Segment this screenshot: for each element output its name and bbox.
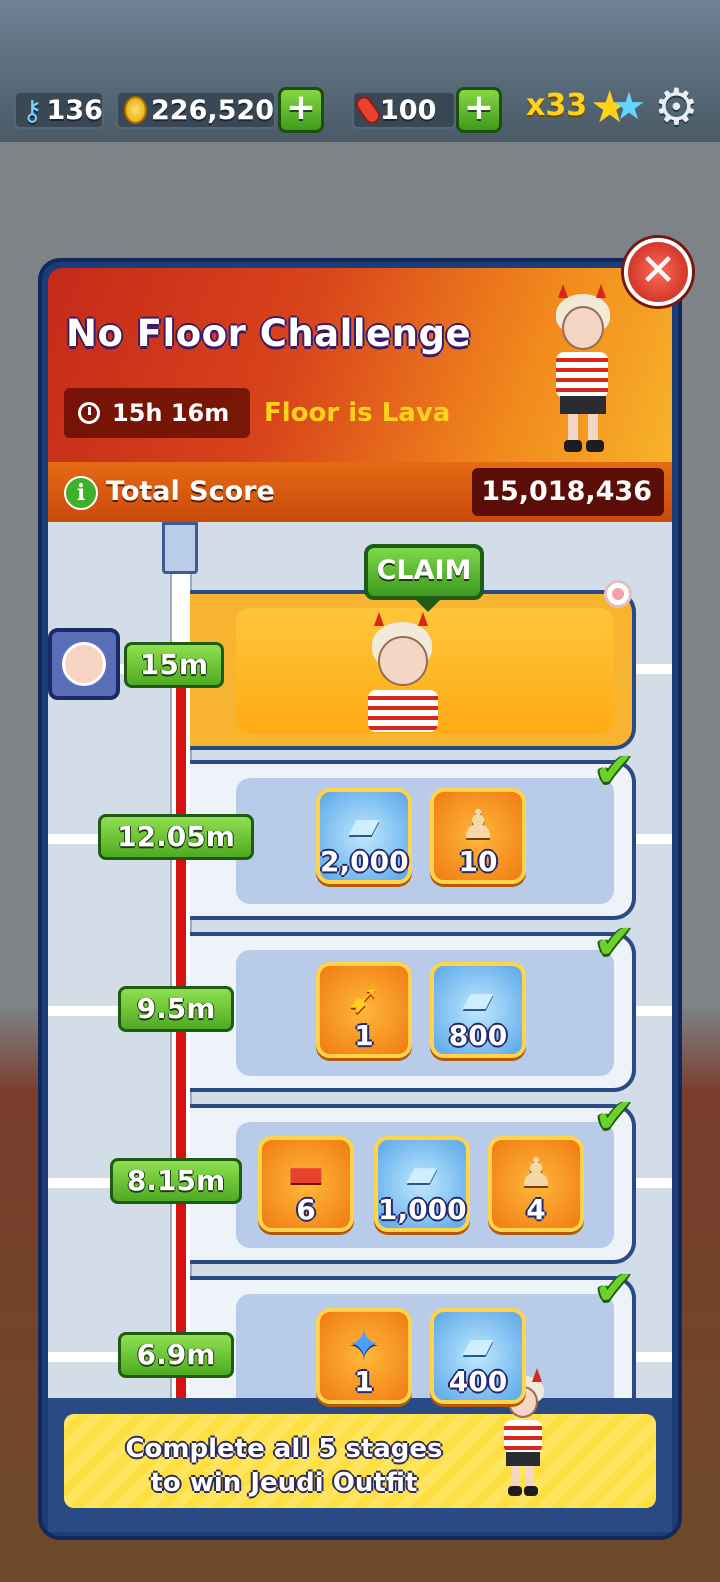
total-score-label: Total Score — [106, 476, 275, 507]
total-score-value: 15,018,436 — [472, 468, 664, 516]
claim-button[interactable]: CLAIM — [364, 544, 484, 612]
key-icon: ♟ — [460, 802, 496, 848]
hoverboard-icon: ▰ — [462, 1322, 494, 1368]
hoverboard-icon: ▰ — [462, 976, 494, 1022]
hoverboard-icon: ▰ — [348, 802, 380, 848]
jeudi-avatar — [62, 642, 106, 686]
boost-icon: ➹ — [347, 976, 381, 1022]
checkmark-icon: ✔ — [594, 742, 635, 798]
jeudi-character — [528, 278, 638, 458]
challenge-header: No Floor Challenge 15h 16m Floor is Lava — [48, 268, 672, 462]
reward-qty: 400 — [448, 1365, 508, 1398]
reward-qty: 1 — [354, 1365, 374, 1398]
stage-4 — [190, 760, 636, 920]
skateboard-icon: ▬ — [287, 1150, 325, 1196]
gear-icon[interactable]: ⚙ — [654, 82, 699, 132]
reward-hoverboard: ▰ 2,000 — [316, 788, 412, 884]
reward-qty: 2,000 — [320, 845, 409, 878]
reward-boost: ➹ 1 — [316, 962, 412, 1058]
keys-counter: ⚷ 136 — [14, 91, 104, 129]
add-coins-button[interactable]: + — [278, 87, 324, 133]
hoverboard-icon — [352, 93, 384, 127]
reward-hoverboard: ▰ 400 — [430, 1308, 526, 1404]
hoverboards-value: 100 — [380, 94, 437, 126]
reward-hoverboard: ▰ 1,000 — [374, 1136, 470, 1232]
stage-5-distance: 15m — [124, 642, 224, 688]
coin-icon — [124, 96, 148, 124]
rail-cap — [162, 522, 198, 574]
reward-qty: 1 — [354, 1019, 374, 1052]
reward-key: ♟ 4 — [488, 1136, 584, 1232]
timer-value: 15h 16m — [112, 399, 230, 427]
reward-hoverboard: ▰ 800 — [430, 962, 526, 1058]
stage-3 — [190, 932, 636, 1092]
footer-text: Complete all 5 stages to win Jeudi Outfi… — [104, 1432, 464, 1500]
notification-dot — [604, 580, 632, 608]
star-icon: ✦ — [347, 1322, 381, 1368]
plus-icon: + — [285, 87, 317, 128]
star-icon: ★ — [612, 84, 647, 128]
stage-1-distance: 6.9m — [118, 1332, 234, 1378]
coins-value: 226,520 — [151, 94, 274, 126]
coins-counter: 226,520 — [116, 91, 276, 129]
key-icon: ♟ — [518, 1150, 554, 1196]
reward-key: ♟ 10 — [430, 788, 526, 884]
jeudi-outfit-preview — [346, 612, 456, 732]
total-score-bar: i Total Score 15,018,436 — [48, 462, 672, 522]
stage-2-distance: 8.15m — [110, 1158, 242, 1204]
panel-footer: Complete all 5 stages to win Jeudi Outfi… — [48, 1368, 672, 1532]
reward-board: ▬ 6 — [258, 1136, 354, 1232]
footer-line-2: to win Jeudi Outfit — [150, 1468, 418, 1498]
challenge-title: No Floor Challenge — [66, 312, 472, 355]
key-icon: ⚷ — [22, 93, 43, 127]
reward-qty: 1,000 — [378, 1193, 467, 1226]
stage-5-reward — [236, 608, 614, 734]
footer-banner: Complete all 5 stages to win Jeudi Outfi… — [64, 1414, 656, 1508]
stage-4-distance: 12.05m — [98, 814, 254, 860]
reward-qty: 800 — [448, 1019, 508, 1052]
checkmark-icon: ✔ — [594, 914, 635, 970]
reward-qty: 10 — [458, 845, 498, 878]
reward-qty: 4 — [526, 1193, 546, 1226]
plus-icon: + — [463, 87, 495, 128]
reward-star: ✦ 1 — [316, 1308, 412, 1404]
add-hoverboards-button[interactable]: + — [456, 87, 502, 133]
hoverboard-icon: ▰ — [406, 1150, 438, 1196]
info-icon[interactable]: i — [64, 476, 98, 510]
stage-5[interactable] — [190, 590, 636, 750]
star-icon[interactable]: ★ ★ — [590, 82, 646, 133]
timer: 15h 16m — [64, 388, 250, 438]
score-multiplier: x33 — [526, 88, 588, 123]
checkmark-icon: ✔ — [594, 1088, 635, 1144]
close-icon: ✕ — [639, 245, 677, 296]
stage-3-distance: 9.5m — [118, 986, 234, 1032]
hoverboards-counter: 100 — [352, 91, 456, 129]
stopwatch-icon — [78, 402, 100, 424]
close-button[interactable]: ✕ — [624, 238, 692, 306]
checkmark-icon: ✔ — [594, 1260, 635, 1316]
footer-line-1: Complete all 5 stages — [125, 1434, 443, 1464]
keys-value: 136 — [46, 94, 103, 126]
challenge-subtitle: Floor is Lava — [264, 398, 451, 428]
reward-qty: 6 — [296, 1193, 316, 1226]
outfit-reward-icon[interactable] — [48, 628, 120, 700]
